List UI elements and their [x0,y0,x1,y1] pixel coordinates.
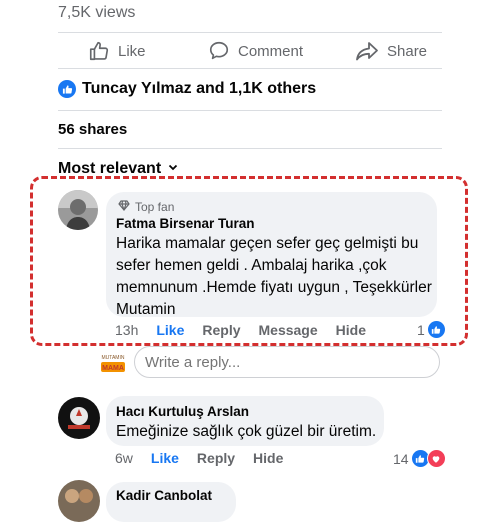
comment-button[interactable]: Comment [208,40,303,62]
love-reaction-icon [426,449,446,468]
views-count: 7,5K views [58,4,136,21]
divider [58,68,442,69]
comment-author[interactable]: Kadir Canbolat [116,488,212,503]
comment-reaction-count[interactable]: 14 [393,449,446,468]
share-label: Share [387,42,428,60]
like-label: Like [118,42,146,60]
logo-text-top: MUTAMIN [102,355,125,361]
comment-actions: 6w Like Reply Hide [115,450,301,466]
comment-author[interactable]: Fatma Birsenar Turan [116,216,255,231]
comment-reply-button[interactable]: Reply [197,450,235,466]
top-fan-badge: Top fan [118,200,174,214]
comment-hide-button[interactable]: Hide [253,450,283,466]
comment-like-button[interactable]: Like [151,450,179,466]
likers-text: Tuncay Yılmaz and 1,1K others [82,80,317,97]
share-arrow-icon [355,40,379,62]
reaction-count: 14 [393,450,409,467]
comment-text-line: sefer hemen geldi . Ambalaj harika ,çok [116,257,387,274]
comment-bubble: Top fan Fatma Birsenar Turan Harika mama… [106,192,437,318]
comment-time[interactable]: 13h [115,322,138,338]
top-fan-label: Top fan [135,200,175,214]
comment-text-line: memnunum .Hemde fiyatı uygun , Teşekkürl… [116,279,432,296]
comment-reaction-count[interactable]: 1 [417,321,445,338]
comment-text-line: Harika mamalar geçen sefer geç gelmişti … [116,235,419,252]
reply-input[interactable] [134,346,440,378]
comment-text-line: Mutamin [116,301,176,318]
diamond-icon [118,200,130,214]
mutamin-mama-logo: MUTAMIN MAMA [100,352,126,374]
reaction-summary[interactable]: Tuncay Yılmaz and 1,1K others [58,80,316,98]
comment-bubble: Kadir Canbolat [106,482,236,522]
comment-author[interactable]: Hacı Kurtuluş Arslan [116,404,249,419]
comment-reply-button[interactable]: Reply [202,322,240,338]
like-reaction-icon [58,80,76,98]
comment-text: Harika mamalar geçen sefer geç gelmişti … [116,233,436,321]
avatar[interactable] [58,397,100,439]
like-reaction-icon [427,321,445,338]
comment-text: Emeğinize sağlık çok güzel bir üretim. [116,423,377,440]
divider [58,32,442,33]
comment-message-button[interactable]: Message [259,322,318,338]
logo-text-bottom: MAMA [102,365,124,372]
divider [58,148,442,149]
speech-bubble-icon [208,40,230,62]
shares-count[interactable]: 56 shares [58,121,127,138]
thumbs-up-icon [88,40,110,62]
comment-bubble: Hacı Kurtuluş Arslan Emeğinize sağlık ço… [106,396,384,446]
comment-like-button[interactable]: Like [156,322,184,338]
divider [58,110,442,111]
share-button[interactable]: Share [355,40,427,62]
avatar[interactable] [58,480,100,522]
like-button[interactable]: Like [88,40,146,62]
comment-label: Comment [238,42,304,60]
avatar[interactable] [58,190,98,230]
reaction-count: 1 [417,321,425,338]
comment-hide-button[interactable]: Hide [336,322,366,338]
comment-actions: 13h Like Reply Message Hide [115,322,384,338]
comment-time[interactable]: 6w [115,450,133,466]
